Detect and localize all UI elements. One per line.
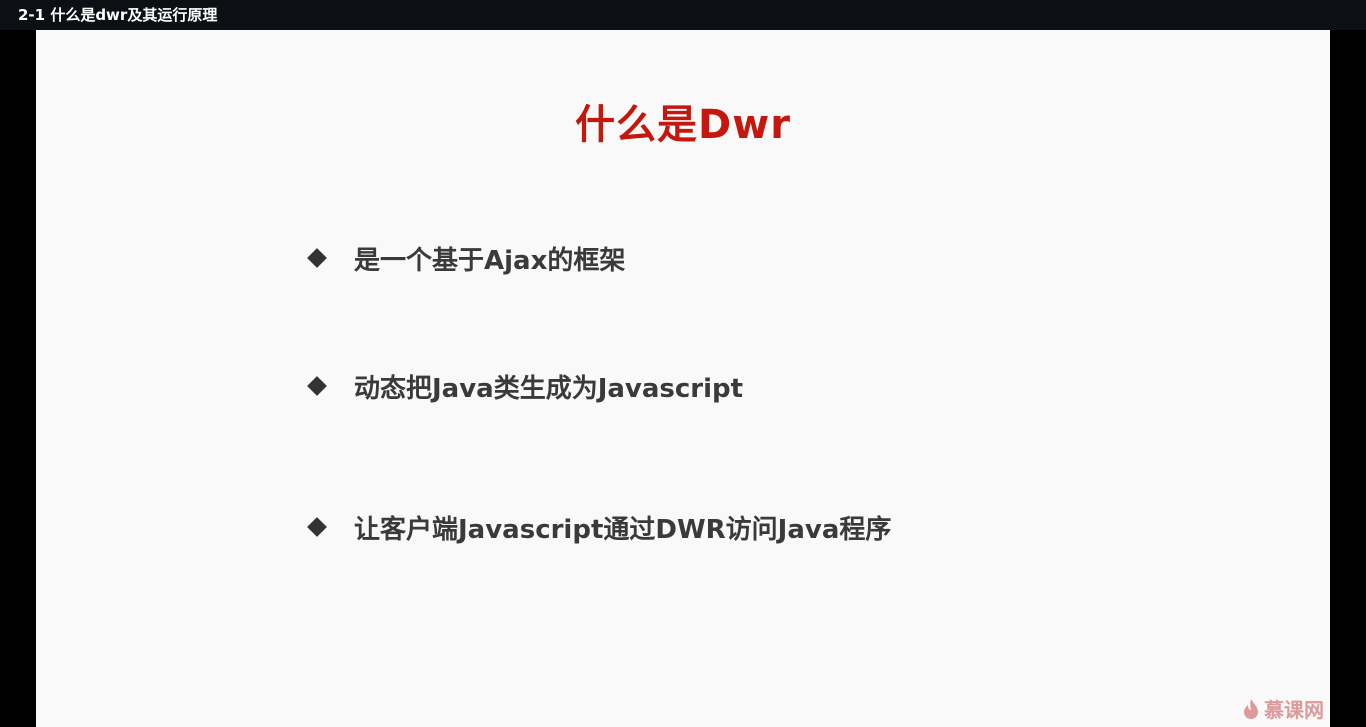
bullet-text: 是一个基于Ajax的框架 <box>354 245 626 276</box>
diamond-bullet-icon <box>307 376 327 396</box>
watermark-text: 慕课网 <box>1264 698 1324 722</box>
bullet-text: 动态把Java类生成为Javascript <box>354 373 744 404</box>
bullet-text: 让客户端Javascript通过DWR访问Java程序 <box>354 514 892 545</box>
video-title-bar: 2-1 什么是dwr及其运行原理 <box>0 0 1366 30</box>
diamond-bullet-icon <box>307 517 327 537</box>
presentation-slide: 什么是Dwr 是一个基于Ajax的框架 动态把Java类生成为Javascrip… <box>36 30 1330 727</box>
brand-watermark: 慕课网 <box>1242 694 1324 723</box>
bullet-item: 是一个基于Ajax的框架 <box>307 238 626 278</box>
bullet-item: 动态把Java类生成为Javascript <box>307 366 744 406</box>
slide-title: 什么是Dwr <box>575 102 791 148</box>
flame-icon <box>1244 698 1258 719</box>
video-title: 2-1 什么是dwr及其运行原理 <box>18 6 218 24</box>
diamond-bullet-icon <box>307 248 327 268</box>
bullet-item: 让客户端Javascript通过DWR访问Java程序 <box>307 507 892 547</box>
